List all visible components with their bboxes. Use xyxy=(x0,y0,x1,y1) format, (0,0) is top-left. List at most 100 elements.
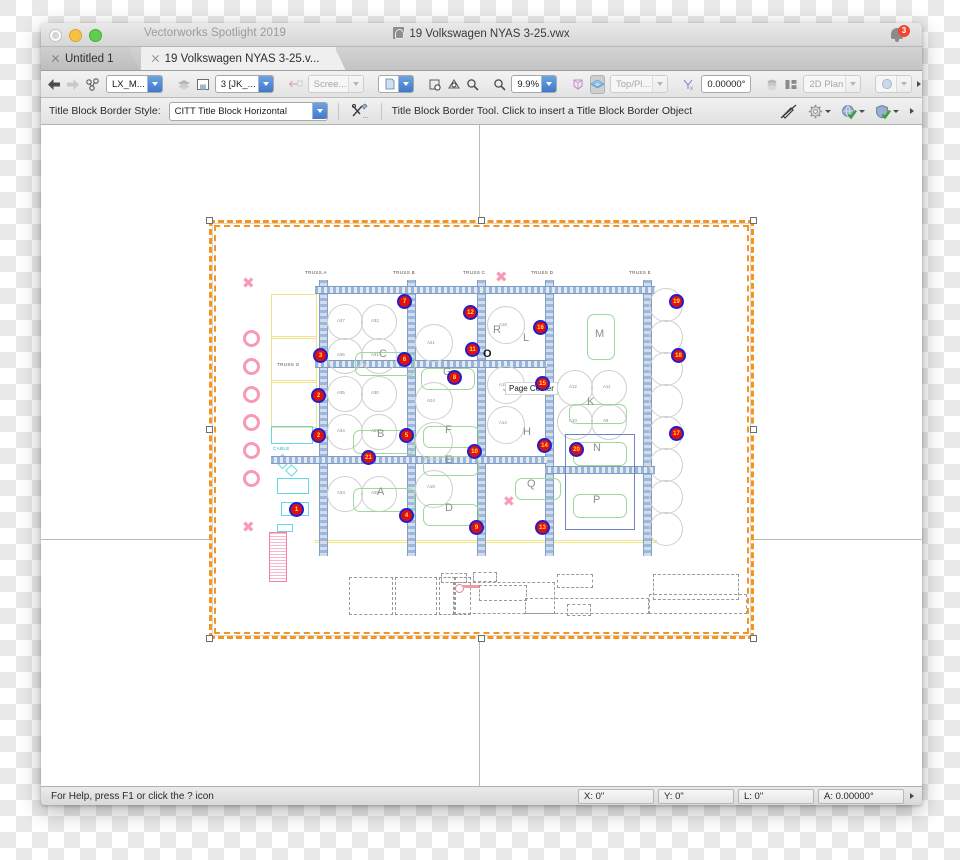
view-dropdown[interactable]: Top/Pl... xyxy=(610,75,669,93)
split-panes-icon[interactable] xyxy=(784,75,798,94)
close-icon[interactable] xyxy=(51,54,60,63)
resize-handle[interactable] xyxy=(206,217,213,224)
zone-box[interactable] xyxy=(515,478,561,500)
note-marker[interactable]: 3 xyxy=(313,348,328,363)
class-dropdown[interactable]: LX_M... xyxy=(106,75,163,93)
note-marker[interactable]: 20 xyxy=(569,442,584,457)
note-marker[interactable]: 9 xyxy=(469,520,484,535)
overflow-caret-icon[interactable] xyxy=(917,81,922,87)
note-marker[interactable]: 18 xyxy=(671,348,686,363)
notifications-button[interactable]: 3 xyxy=(888,25,910,44)
shield-check-dropdown-button[interactable] xyxy=(874,102,900,121)
saved-view-icon[interactable] xyxy=(196,75,210,94)
zone-label: M xyxy=(595,328,605,340)
gear-icon xyxy=(808,104,822,118)
globe-check-dropdown-button[interactable] xyxy=(840,102,866,121)
back-arrow-icon[interactable] xyxy=(47,75,61,94)
drawing-canvas[interactable]: CABLE TRUSS A TRUSS B TRUSS C TRUSS D TR… xyxy=(41,125,922,786)
note-marker[interactable]: 17 xyxy=(669,426,684,441)
length-field[interactable]: L: 0" xyxy=(738,788,814,804)
note-marker[interactable]: 10 xyxy=(467,444,482,459)
x-coordinate-field[interactable]: X: 0" xyxy=(578,788,654,804)
note-marker[interactable]: 8 xyxy=(447,370,462,385)
note-marker[interactable]: 19 xyxy=(669,294,684,309)
snap-object-icon[interactable] xyxy=(447,75,461,94)
working-plane-icon[interactable]: x xyxy=(682,75,696,94)
truss-column-e[interactable] xyxy=(643,280,652,556)
overflow-caret-icon[interactable] xyxy=(910,108,914,114)
marker-number: 13 xyxy=(537,522,548,533)
note-marker[interactable]: 16 xyxy=(533,320,548,335)
snap-grid-icon[interactable] xyxy=(428,75,442,94)
chevron-down-icon[interactable] xyxy=(893,109,899,113)
chevron-down-icon[interactable] xyxy=(398,76,414,92)
resize-handle[interactable] xyxy=(478,217,485,224)
sheet-page[interactable]: CABLE TRUSS A TRUSS B TRUSS C TRUSS D TR… xyxy=(206,217,757,642)
note-marker[interactable]: 11 xyxy=(465,342,480,357)
zone-label: H xyxy=(523,426,531,438)
resize-handle[interactable] xyxy=(478,635,485,642)
title-block-tool-icon[interactable]: ... xyxy=(349,102,371,121)
chevron-down-icon[interactable] xyxy=(257,76,273,92)
close-icon[interactable] xyxy=(151,54,160,63)
note-marker[interactable]: 5 xyxy=(399,428,414,443)
resize-handle[interactable] xyxy=(206,426,213,433)
tab-untitled-1[interactable]: Untitled 1 xyxy=(41,47,140,70)
zoom-magnifier-icon[interactable] xyxy=(493,75,506,94)
chevron-down-icon[interactable] xyxy=(859,109,865,113)
chevron-down-icon[interactable] xyxy=(896,76,912,92)
note-marker[interactable]: 15 xyxy=(535,376,550,391)
angle-field[interactable]: A: 0.00000° xyxy=(818,788,904,804)
plan-value: 2D Plan xyxy=(809,78,844,90)
y-coordinate-field[interactable]: Y: 0" xyxy=(658,788,734,804)
chevron-down-icon[interactable] xyxy=(652,76,668,92)
expand-caret-icon[interactable] xyxy=(910,793,914,799)
lighting-plot-drawing[interactable]: CABLE TRUSS A TRUSS B TRUSS C TRUSS D TR… xyxy=(271,270,696,570)
magnifier-icon[interactable] xyxy=(466,75,479,94)
note-marker[interactable]: 2 xyxy=(311,388,326,403)
chevron-down-icon[interactable] xyxy=(824,109,831,113)
resize-handle[interactable] xyxy=(750,426,757,433)
tab-volkswagen-nyas[interactable]: 19 Volkswagen NYAS 3-25.v... xyxy=(140,47,346,70)
flyover-icon[interactable] xyxy=(571,75,585,94)
truss-column-d[interactable] xyxy=(545,280,554,556)
plan-dropdown[interactable]: 2D Plan xyxy=(803,75,862,93)
note-marker[interactable]: 2 xyxy=(311,428,326,443)
pink-bar-marker xyxy=(463,585,479,588)
note-marker[interactable]: 12 xyxy=(463,305,478,320)
chevron-down-icon[interactable] xyxy=(845,76,861,92)
truss-row-mid2[interactable] xyxy=(271,456,547,464)
stack-layers-icon[interactable] xyxy=(765,75,779,94)
resize-handle[interactable] xyxy=(206,635,213,642)
class-value: LX_M... xyxy=(112,78,145,90)
gear-dropdown-button[interactable] xyxy=(806,102,832,121)
truss-row-top[interactable] xyxy=(315,286,655,294)
chevron-down-icon[interactable] xyxy=(541,76,557,92)
chevron-down-icon[interactable] xyxy=(311,103,327,119)
lighting-dropdown[interactable] xyxy=(875,75,913,93)
forward-arrow-icon[interactable] xyxy=(66,75,80,94)
no-eyedropper-icon[interactable] xyxy=(779,102,798,121)
note-marker[interactable]: 6 xyxy=(397,352,412,367)
note-marker[interactable]: 14 xyxy=(537,438,552,453)
page-setup-dropdown[interactable] xyxy=(378,75,415,93)
class-icon[interactable] xyxy=(85,75,101,94)
note-marker[interactable]: 13 xyxy=(535,520,550,535)
render-mode-icon[interactable] xyxy=(590,74,606,94)
note-marker[interactable]: 1 xyxy=(289,502,304,517)
chevron-down-icon[interactable] xyxy=(348,76,364,92)
chevron-down-icon[interactable] xyxy=(146,76,162,92)
note-marker[interactable]: 7 xyxy=(397,294,412,309)
layers-icon[interactable] xyxy=(177,75,191,94)
layer-dropdown[interactable]: 3 [JK_... xyxy=(214,75,274,93)
zone-label: P xyxy=(593,494,601,506)
title-block-style-dropdown[interactable]: CITT Title Block Horizontal xyxy=(168,101,328,121)
zoom-level-input[interactable]: 9.9% xyxy=(511,75,558,93)
resize-handle[interactable] xyxy=(750,635,757,642)
note-marker[interactable]: 21 xyxy=(361,450,376,465)
resize-handle[interactable] xyxy=(750,217,757,224)
rotation-input[interactable]: 0.00000° xyxy=(701,75,752,93)
zone-box[interactable] xyxy=(569,404,627,424)
note-marker[interactable]: 4 xyxy=(399,508,414,523)
screen-dropdown[interactable]: Scree... xyxy=(307,75,365,93)
